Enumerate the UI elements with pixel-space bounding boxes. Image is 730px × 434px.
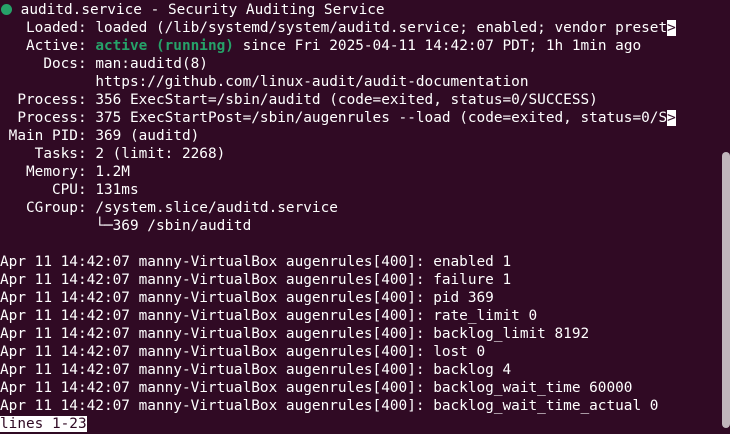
tasks-line: Tasks: 2 (limit: 2268) [0,145,226,163]
status-value: 356 ExecStart=/sbin/auditd (code=exited,… [95,92,598,108]
log-line: Apr 11 14:42:07 manny-VirtualBox augenru… [0,272,512,288]
status-value: 131ms [95,182,139,198]
log-line: Apr 11 14:42:07 manny-VirtualBox augenru… [0,308,538,324]
status-key: Memory: [0,164,96,180]
log-line: Apr 11 14:42:07 manny-VirtualBox augenru… [0,398,659,414]
main-pid-line: Main PID: 369 (auditd) [0,127,200,145]
status-key [0,74,95,90]
docs-line: Docs: man:auditd(8) [0,55,208,73]
status-key: Process: [0,110,96,126]
cgroup-line: CGroup: /system.slice/auditd.service [0,199,338,217]
loaded-line: Loaded: loaded (/lib/systemd/system/audi… [0,19,676,37]
docs-link[interactable]: https://github.com/linux-audit/audit-doc… [95,74,528,90]
status-value: 375 ExecStartPost=/sbin/augenrules --loa… [95,110,668,126]
log-line: Apr 11 14:42:07 manny-VirtualBox augenru… [0,344,486,360]
status-key: Loaded: [0,20,96,36]
truncation-marker: > [667,20,676,36]
status-value: 369 (auditd) [95,128,200,144]
cpu-line: CPU: 131ms [0,181,139,199]
status-value: since Fri 2025-04-11 14:42:07 PDT; 1h 1m… [233,38,642,54]
status-key: Tasks: [0,146,96,162]
pager-status-line: lines 1-23 [0,415,87,433]
pager-status: lines 1-23 [0,416,87,432]
status-key: CGroup: [0,200,96,216]
log-line: Apr 11 14:42:07 manny-VirtualBox augenru… [0,380,633,396]
status-key: CPU: [0,182,96,198]
status-value: └─369 /sbin/auditd [95,218,252,234]
status-value: loaded (/lib/systemd/system/auditd.servi… [95,20,668,36]
docs-url-line: https://github.com/linux-audit/audit-doc… [0,73,528,91]
status-key: Active: [0,38,96,54]
truncation-marker: > [667,110,676,126]
scrollbar[interactable] [722,152,730,428]
status-key [0,218,95,234]
log-line: Apr 11 14:42:07 manny-VirtualBox augenru… [0,290,494,306]
status-value: 1.2M [95,164,130,180]
log-line: Apr 11 14:42:07 manny-VirtualBox augenru… [0,254,512,270]
status-key: Docs: [0,56,96,72]
unit-header-line: auditd.service - Security Auditing Servi… [0,1,385,19]
log-line: Apr 11 14:42:07 manny-VirtualBox augenru… [0,362,512,378]
status-key: Process: [0,92,96,108]
log-line: Apr 11 14:42:07 manny-VirtualBox augenru… [0,326,590,342]
status-key: Main PID: [0,128,96,144]
active-state: active (running) [95,38,234,54]
active-line: Active: active (running) since Fri 2025-… [0,37,641,55]
process-line: Process: 356 ExecStart=/sbin/auditd (cod… [0,91,598,109]
unit-title: auditd.service - Security Auditing Servi… [20,2,385,18]
status-value: 2 (limit: 2268) [95,146,226,162]
status-value: man:auditd(8) [95,56,208,72]
terminal-window[interactable]: auditd.service - Security Auditing Servi… [0,0,730,434]
status-dot-icon [1,4,12,15]
process-line: Process: 375 ExecStartPost=/sbin/augenru… [0,109,676,127]
cgroup-process-line: └─369 /sbin/auditd [0,217,251,235]
memory-line: Memory: 1.2M [0,163,130,181]
status-value: /system.slice/auditd.service [95,200,338,216]
